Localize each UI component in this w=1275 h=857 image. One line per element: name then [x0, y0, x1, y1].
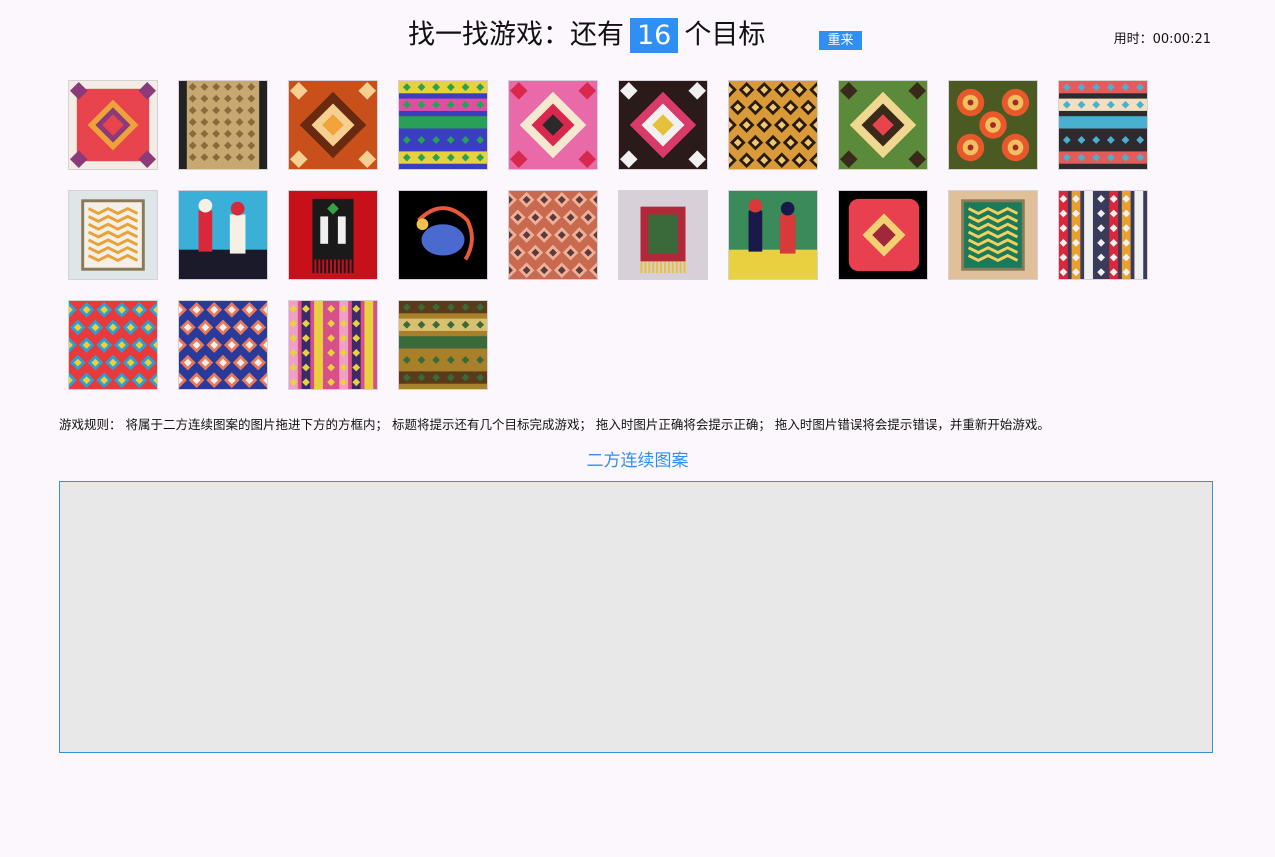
- textile-image-16[interactable]: [618, 190, 708, 280]
- game-rules: 游戏规则： 将属于二方连续图案的图片拖进下方的方框内； 标题将提示还有几个目标完…: [59, 417, 1050, 432]
- textile-image-20[interactable]: [1058, 190, 1148, 280]
- textile-image-22[interactable]: [178, 300, 268, 390]
- textile-image-23[interactable]: [288, 300, 378, 390]
- image-grid: [68, 80, 1168, 392]
- textile-image-18[interactable]: [838, 190, 928, 280]
- textile-image-3[interactable]: [288, 80, 378, 170]
- reset-button[interactable]: 重来: [819, 31, 862, 50]
- title-suffix: 个目标: [684, 19, 766, 51]
- textile-image-1[interactable]: [68, 80, 158, 170]
- textile-image-5[interactable]: [508, 80, 598, 170]
- header: 找一找游戏：还有 16 个目标 重来 用时：00:00:21: [0, 0, 1275, 70]
- textile-image-7[interactable]: [728, 80, 818, 170]
- textile-image-24[interactable]: [398, 300, 488, 390]
- textile-image-2[interactable]: [178, 80, 268, 170]
- remaining-count-badge: 16: [630, 18, 679, 53]
- game-title: 找一找游戏：还有 16 个目标: [408, 15, 765, 55]
- textile-image-8[interactable]: [838, 80, 928, 170]
- timer-label: 用时：: [1113, 32, 1153, 47]
- textile-image-12[interactable]: [178, 190, 268, 280]
- textile-image-15[interactable]: [508, 190, 598, 280]
- textile-image-9[interactable]: [948, 80, 1038, 170]
- textile-image-17[interactable]: [728, 190, 818, 280]
- textile-image-19[interactable]: [948, 190, 1038, 280]
- drop-zone-title: 二方连续图案: [586, 451, 689, 471]
- timer-value: 00:00:21: [1152, 32, 1211, 47]
- textile-image-21[interactable]: [68, 300, 158, 390]
- textile-image-10[interactable]: [1058, 80, 1148, 170]
- title-prefix: 找一找游戏：还有: [408, 19, 624, 51]
- textile-image-11[interactable]: [68, 190, 158, 280]
- textile-image-14[interactable]: [398, 190, 488, 280]
- timer: 用时：00:00:21: [1114, 31, 1211, 49]
- textile-image-4[interactable]: [398, 80, 488, 170]
- textile-image-6[interactable]: [618, 80, 708, 170]
- textile-image-13[interactable]: [288, 190, 378, 280]
- drop-zone[interactable]: [59, 481, 1213, 753]
